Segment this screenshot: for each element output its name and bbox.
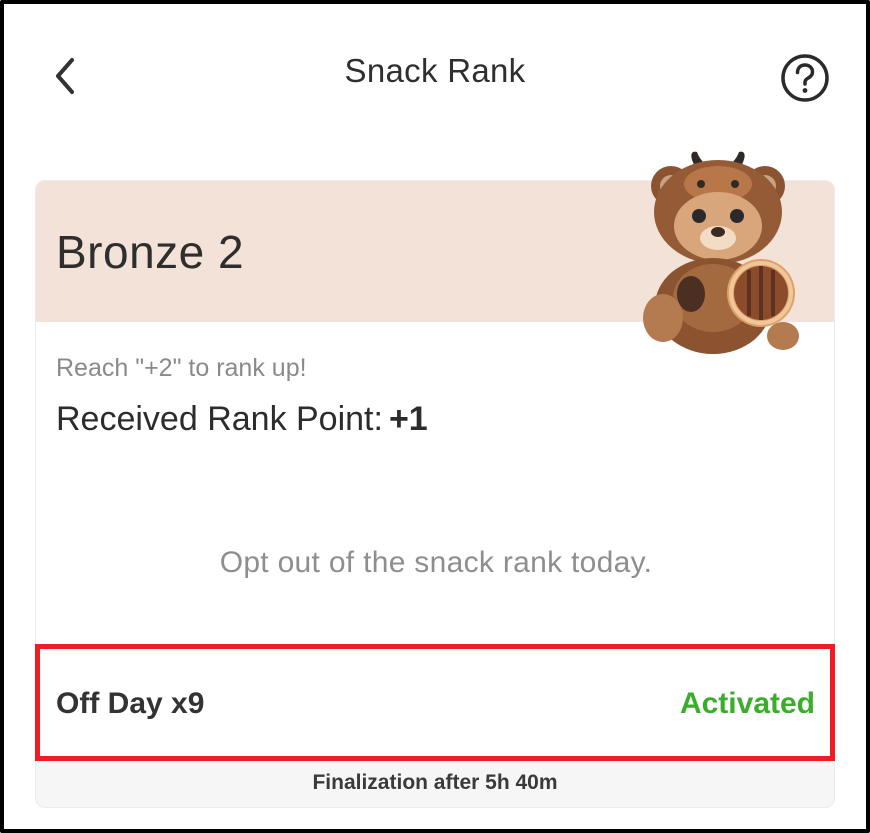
- off-day-status: Activated: [679, 687, 815, 720]
- rank-points-value: +1: [388, 400, 428, 438]
- bear-mascot-icon: [643, 151, 799, 354]
- question-circle-icon: [781, 54, 829, 102]
- opt-out-message: Opt out of the snack rank today.: [219, 546, 653, 579]
- top-bar: Snack Rank: [0, 0, 870, 150]
- rank-name: Bronze 2: [56, 226, 245, 278]
- finalization-timer: Finalization after 5h 40m: [312, 771, 558, 794]
- off-day-label: Off Day x9: [56, 687, 205, 720]
- off-day-row[interactable]: Off Day x9 Activated: [36, 651, 834, 759]
- help-button[interactable]: [777, 50, 833, 106]
- rank-points: Received Rank Point: +1: [56, 400, 428, 439]
- rank-up-hint: Reach "+2" to rank up!: [56, 354, 307, 382]
- rank-points-label: Received Rank Point:: [56, 400, 383, 438]
- page-title: Snack Rank: [344, 52, 526, 89]
